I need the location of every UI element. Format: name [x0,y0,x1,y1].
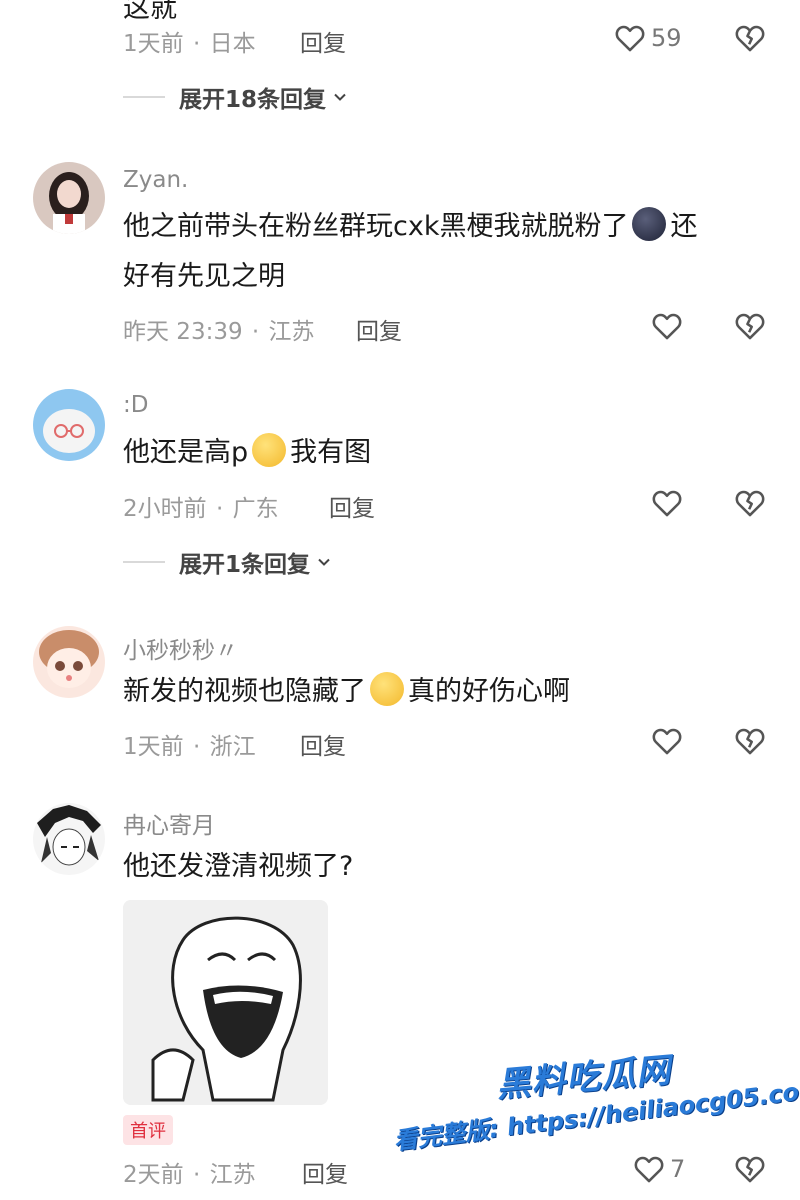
comment-time: 2小时前 [123,496,207,522]
crying-face-emoji-icon [370,672,404,706]
comment-location: 日本 [209,31,256,57]
heart-outline-icon [634,1156,664,1183]
meta-separator: · [192,734,201,760]
comment-location: 江苏 [209,1162,256,1188]
dislike-button[interactable] [733,724,767,758]
pleading-face-emoji-icon [252,433,287,467]
heart-outline-icon [615,25,645,52]
comment-text: 他还发澄清视频了? [123,851,354,882]
like-button[interactable] [650,486,684,520]
avatar-image [33,389,105,461]
avatar[interactable] [33,389,105,461]
like-button[interactable]: 59 [613,21,682,55]
expand-label: 展开1条回复 [179,552,311,578]
comment-text-part: 好有先见之明 [123,261,285,292]
comment-meta: 昨天 23:39 · 江苏 [123,312,315,346]
chevron-down-icon [318,558,330,566]
comment-time: 昨天 23:39 [123,319,243,345]
like-button[interactable] [650,309,684,343]
heart-outline-icon [652,728,682,755]
comment-username[interactable]: Zyan. [123,167,188,193]
dislike-button[interactable] [733,486,767,520]
comment-text-part: 我有图 [290,437,372,468]
broken-heart-icon [735,1156,765,1183]
expand-replies[interactable]: 展开18条回复 [123,80,348,114]
reply-button[interactable]: 回复 [302,1155,348,1189]
comment-meta: 1天前 · 日本 [123,24,256,58]
reply-button[interactable]: 回复 [300,727,346,761]
comment-text: 他还是高p 我有图 [123,428,773,478]
expand-divider [123,96,165,98]
laughing-meme-image [123,900,328,1105]
comment-image[interactable] [123,900,328,1105]
meta-separator: · [215,496,224,522]
comment-text-part: 还 [670,211,698,242]
comment-text: 他之前带头在粉丝群玩cxk黑梗我就脱粉了 还 好有先见之明 [123,202,773,302]
comment-meta: 1天前 · 浙江 [123,727,256,761]
avatar-image [33,626,105,698]
expand-replies[interactable]: 展开1条回复 [123,545,332,579]
comment-time: 2天前 [123,1162,184,1188]
dark-face-emoji-icon [632,207,667,241]
like-count: 7 [670,1155,686,1183]
meta-separator: · [192,1162,201,1188]
reply-button[interactable]: 回复 [300,24,346,58]
broken-heart-icon [735,490,765,517]
expand-label: 展开18条回复 [179,87,327,113]
meta-separator: · [251,319,260,345]
reply-button[interactable]: 回复 [329,489,375,523]
comment-time: 1天前 [123,31,184,57]
avatar[interactable] [33,803,105,875]
dislike-button[interactable] [733,309,767,343]
like-button[interactable]: 7 [632,1152,685,1186]
dislike-button[interactable] [733,21,767,55]
broken-heart-icon [735,25,765,52]
comment-username[interactable]: 冉心寄月 [123,806,215,840]
avatar[interactable] [33,162,105,234]
expand-divider [123,561,165,563]
comment-text-part: 新发的视频也隐藏了 [123,676,366,707]
broken-heart-icon [735,313,765,340]
like-button[interactable] [650,724,684,758]
first-comment-badge: 首评 [123,1115,173,1145]
chevron-down-icon [334,93,346,101]
comment-username[interactable]: 小秒秒秒〃 [123,631,238,665]
heart-outline-icon [652,313,682,340]
partial-comment-text: 这就 [123,0,177,24]
dislike-button[interactable] [733,1152,767,1186]
comment-location: 江苏 [268,319,315,345]
avatar-image [33,162,105,234]
heart-outline-icon [652,490,682,517]
reply-button[interactable]: 回复 [356,312,402,346]
comment-meta: 2天前 · 江苏 [123,1155,256,1189]
comment-text-part: 他还是高p [123,437,249,468]
avatar-image [33,803,105,875]
like-count: 59 [651,24,682,52]
comment-text-part: 真的好伤心啊 [408,676,570,707]
comment-meta: 2小时前 · 广东 [123,489,279,523]
comment-location: 广东 [232,496,279,522]
avatar[interactable] [33,626,105,698]
comment-location: 浙江 [209,734,256,760]
meta-separator: · [192,31,201,57]
comment-username[interactable]: :D [123,392,148,418]
broken-heart-icon [735,728,765,755]
comment-time: 1天前 [123,734,184,760]
comment-text-part: 他之前带头在粉丝群玩cxk黑梗我就脱粉了 [123,211,629,242]
comment-text: 新发的视频也隐藏了 真的好伤心啊 [123,667,773,717]
